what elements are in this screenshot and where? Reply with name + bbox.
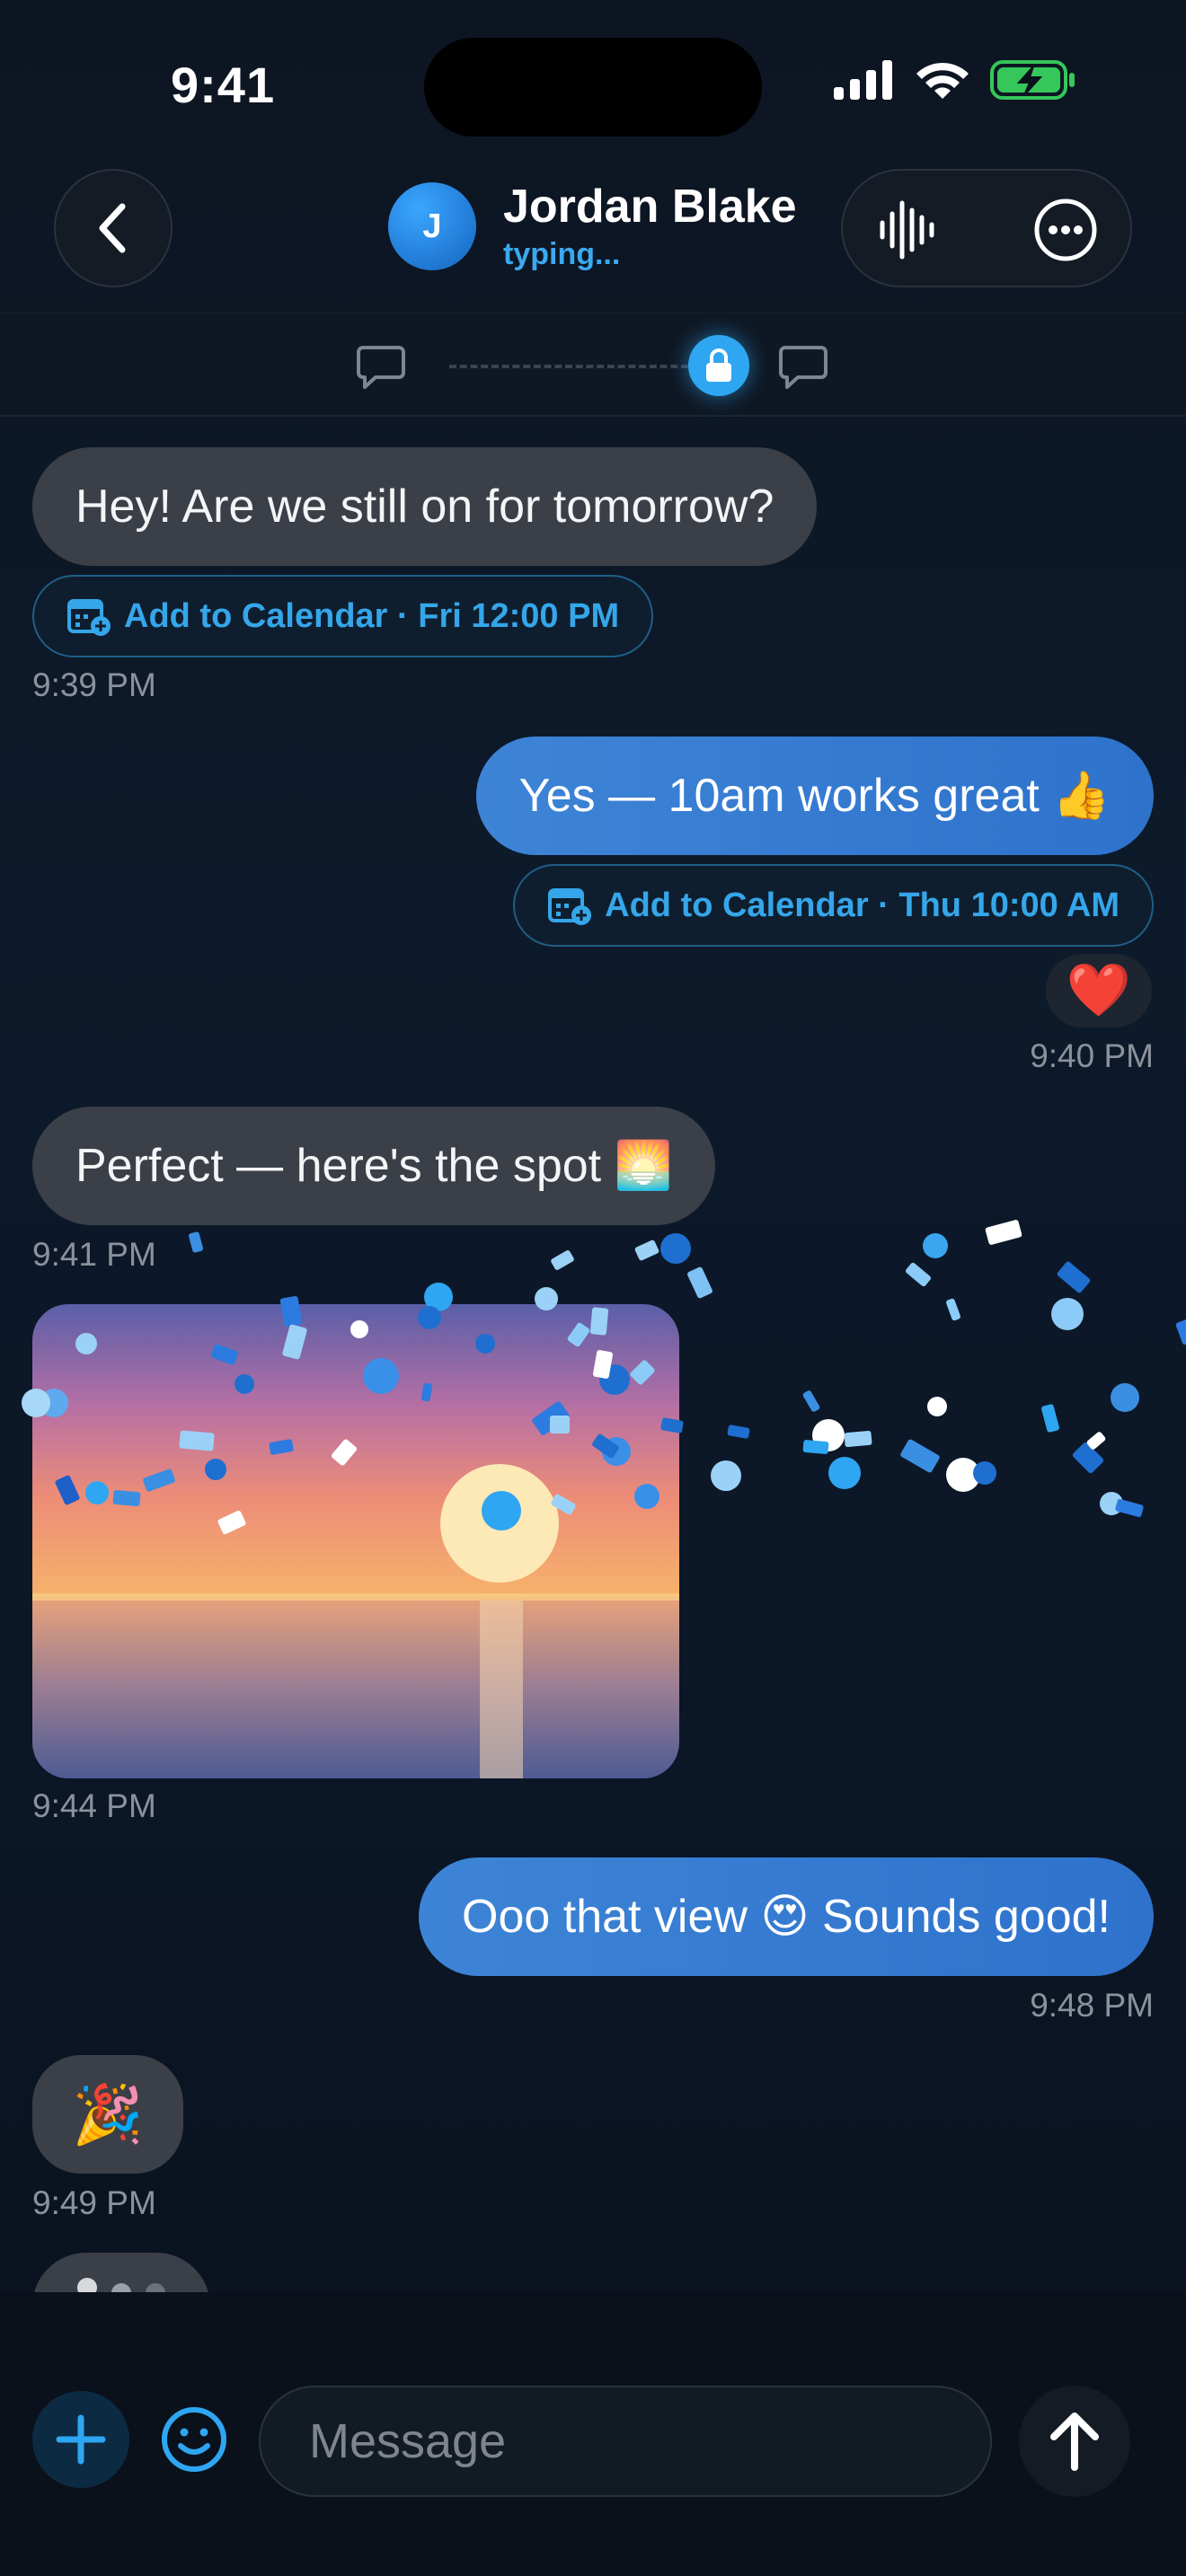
message-bubble-incoming[interactable]: 🎉 — [32, 2055, 183, 2174]
encryption-lock[interactable] — [688, 335, 749, 396]
more-button[interactable] — [1031, 196, 1100, 264]
contact-info[interactable]: J Jordan Blake typing... — [388, 180, 797, 273]
encryption-dashed-line — [449, 365, 688, 368]
encryption-bar — [0, 313, 1186, 417]
message-timestamp: 9:39 PM — [32, 666, 156, 703]
back-button[interactable] — [54, 169, 173, 287]
calendar-add-icon — [548, 888, 592, 925]
smiley-icon — [162, 2407, 226, 2472]
chevron-left-icon — [99, 203, 126, 253]
cellular-signal-icon — [834, 60, 892, 100]
chat-bubble-icon — [357, 346, 405, 389]
emoji-button[interactable] — [158, 2404, 230, 2475]
plus-icon — [56, 2414, 106, 2465]
photo-attachment[interactable] — [32, 1304, 679, 1778]
battery-charging-icon — [990, 60, 1075, 100]
arrow-up-icon — [1050, 2413, 1099, 2471]
message-timestamp: 9:41 PM — [32, 1236, 156, 1273]
message-timestamp: 9:49 PM — [32, 2184, 156, 2221]
status-time: 9:41 — [171, 57, 276, 113]
reaction-badge[interactable]: ❤️ — [1046, 954, 1152, 1028]
send-button[interactable] — [1019, 2386, 1130, 2497]
wifi-icon — [916, 62, 969, 99]
dynamic-island — [424, 38, 762, 137]
header-actions — [841, 169, 1132, 287]
contact-name: Jordan Blake — [503, 181, 797, 233]
chat-screen: 9:41 J Jordan Blake typing... Hey! Are w… — [0, 0, 1186, 2576]
contact-status: typing... — [503, 237, 621, 271]
lock-icon — [706, 348, 731, 382]
message-timestamp: 9:44 PM — [32, 1787, 156, 1824]
status-bar: 9:41 — [0, 0, 1186, 162]
message-bubble-outgoing[interactable]: Yes — 10am works great 👍 — [475, 737, 1154, 855]
message-input[interactable] — [259, 2386, 992, 2497]
attach-button[interactable] — [32, 2391, 129, 2488]
calendar-chip-label: Add to Calendar · Fri 12:00 PM — [124, 596, 620, 635]
message-bubble-incoming[interactable]: Hey! Are we still on for tomorrow? — [32, 447, 818, 566]
chat-bubble-icon — [779, 346, 828, 389]
avatar[interactable]: J — [388, 182, 476, 270]
message-composer — [0, 2292, 1186, 2576]
waveform-icon — [880, 200, 934, 260]
sunset-photo — [32, 1304, 679, 1778]
message-timestamp: 9:40 PM — [1030, 1037, 1154, 1074]
more-ellipsis-icon — [1034, 198, 1097, 261]
message-bubble-outgoing[interactable]: Ooo that view 😍 Sounds good! — [419, 1857, 1154, 1976]
voice-button[interactable] — [875, 198, 940, 262]
message-timestamp: 9:48 PM — [1030, 1987, 1154, 2024]
message-bubble-incoming[interactable]: Perfect — here's the spot 🌅 — [32, 1107, 716, 1225]
add-to-calendar-button[interactable]: Add to Calendar · Fri 12:00 PM — [32, 575, 654, 657]
calendar-add-icon — [67, 599, 111, 636]
add-to-calendar-button[interactable]: Add to Calendar · Thu 10:00 AM — [513, 864, 1154, 947]
chat-header: J Jordan Blake typing... — [0, 162, 1186, 313]
calendar-chip-label: Add to Calendar · Thu 10:00 AM — [605, 886, 1120, 924]
status-icons — [832, 59, 1076, 101]
